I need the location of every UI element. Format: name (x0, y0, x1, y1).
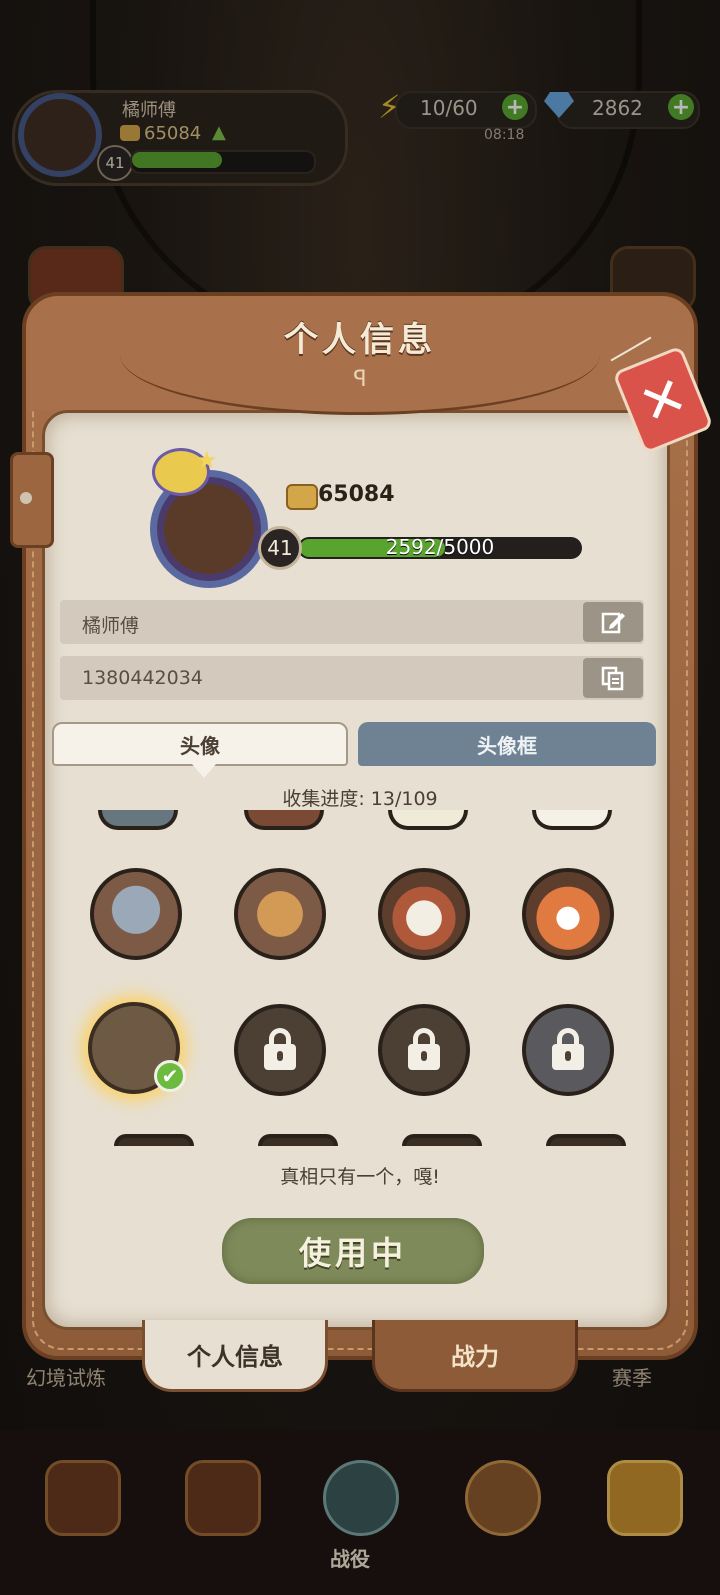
level-badge: 41 (258, 526, 302, 570)
avatar-option[interactable] (402, 1134, 482, 1146)
avatar-option[interactable] (532, 810, 612, 830)
player-id: 1380442034 (82, 667, 203, 689)
avatar-option-locked[interactable] (234, 1004, 326, 1096)
in-use-button[interactable]: 使用中 (222, 1218, 484, 1284)
tab-power[interactable]: 战力 (372, 1320, 578, 1392)
tab-personal-info[interactable]: 个人信息 (142, 1320, 328, 1392)
tab-avatar[interactable]: 头像 (52, 722, 348, 766)
copy-id-button[interactable] (583, 658, 643, 698)
copy-icon (601, 666, 624, 691)
panel-title: 个人信息 (284, 320, 436, 360)
lock-keyhole (565, 1051, 571, 1061)
avatar-option-jerry[interactable] (234, 868, 326, 960)
edit-icon (601, 612, 625, 634)
player-name: 橘师傅 (82, 615, 140, 637)
edit-name-button[interactable] (583, 602, 643, 642)
star-icon: ★ (196, 446, 218, 474)
panel-latch (10, 452, 54, 548)
collection-progress: 收集进度: 13/109 (282, 788, 438, 810)
avatar-option[interactable] (388, 810, 468, 830)
avatar[interactable] (164, 484, 254, 574)
avatar-option-tom[interactable] (90, 868, 182, 960)
xp-text: 2592/5000 (385, 535, 495, 559)
coin-icon (286, 484, 318, 510)
avatar-option[interactable] (114, 1134, 194, 1146)
name-field (60, 600, 644, 644)
avatar-option-locked[interactable] (522, 1004, 614, 1096)
tab-pointer (192, 764, 216, 778)
avatar-option-monster[interactable] (522, 868, 614, 960)
avatar-option[interactable] (546, 1134, 626, 1146)
check-icon: ✔ (154, 1060, 186, 1092)
profile-coins: 65084 (318, 482, 395, 507)
ornament-icon: ꟼ (353, 367, 367, 392)
latch-rivet (20, 492, 32, 504)
avatar-option-locked[interactable] (378, 1004, 470, 1096)
lock-keyhole (277, 1051, 283, 1061)
avatar-option[interactable] (244, 810, 324, 830)
avatar-option-pirate[interactable] (378, 868, 470, 960)
avatar-option[interactable] (98, 810, 178, 830)
tab-avatar-frame[interactable]: 头像框 (358, 722, 656, 766)
avatar-description: 真相只有一个，嘎! (280, 1166, 440, 1188)
avatar-option[interactable] (258, 1134, 338, 1146)
lock-keyhole (421, 1051, 427, 1061)
